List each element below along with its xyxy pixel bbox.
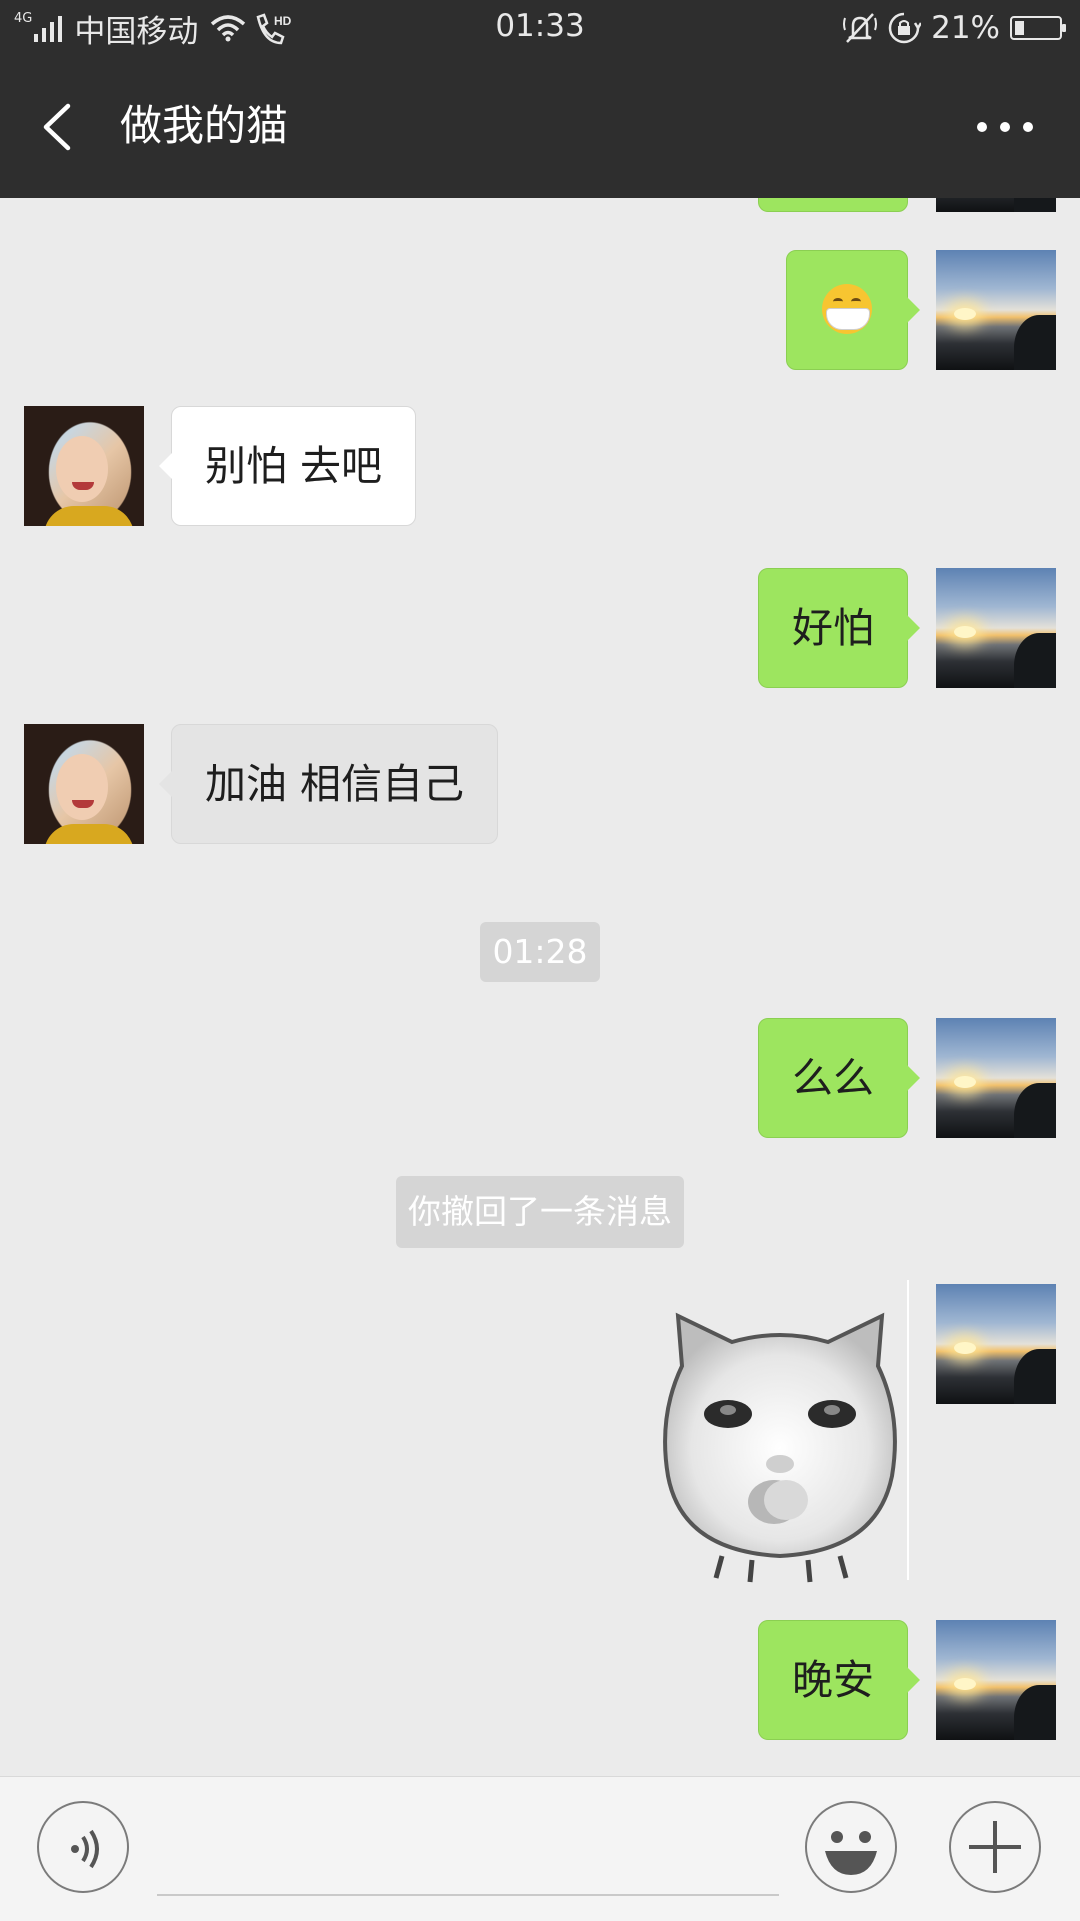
kissing-baby-cat-sticker[interactable] [652, 1306, 908, 1596]
chat-title: 做我的猫 [120, 101, 289, 150]
message-bubble-emoji[interactable] [786, 250, 920, 370]
message-bubble-sent[interactable]: 晚安 [758, 1620, 920, 1740]
voice-input-button[interactable] [37, 1801, 129, 1893]
my-avatar[interactable] [936, 250, 1056, 370]
my-avatar[interactable] [936, 1018, 1056, 1138]
message-bubble-received[interactable]: 加油 相信自己 [158, 724, 499, 844]
rotation-lock-icon [888, 12, 922, 44]
contact-avatar[interactable] [24, 724, 144, 844]
emoji-icon [825, 1831, 877, 1875]
emoji-button[interactable] [805, 1801, 897, 1893]
message-bubble-sent[interactable]: 好怕 [758, 568, 920, 688]
message-bubble-received[interactable]: 别怕 去吧 [158, 406, 417, 526]
message-bubble-partial[interactable] [758, 198, 908, 212]
back-chevron-icon[interactable] [30, 92, 90, 162]
battery-icon [1010, 16, 1066, 40]
contact-avatar[interactable] [24, 406, 144, 526]
input-bar [0, 1776, 1080, 1921]
my-avatar[interactable] [936, 198, 1056, 212]
my-avatar[interactable] [936, 1284, 1056, 1404]
mute-icon [843, 13, 878, 43]
status-right: 21% [843, 8, 1066, 48]
sticker-divider [907, 1280, 909, 1580]
chat-message-list[interactable]: 别怕 去吧 好怕 加油 相信自己 01:28 么么 你撤回了一条消息 晚安 [0, 198, 1080, 1776]
battery-percent: 21% [931, 10, 1000, 46]
chat-header: 做我的猫 [0, 56, 1080, 198]
more-dots-icon[interactable] [970, 102, 1040, 152]
status-bar: 4G 中国移动 HD 01:33 21% [0, 0, 1080, 56]
recall-notice: 你撤回了一条消息 [396, 1176, 684, 1248]
timestamp-label: 01:28 [480, 922, 600, 982]
plus-icon [969, 1821, 1021, 1873]
voice-input-icon [71, 1829, 99, 1869]
my-avatar[interactable] [936, 1620, 1056, 1740]
message-bubble-sent[interactable]: 么么 [758, 1018, 920, 1138]
mask-face-emoji-icon [822, 284, 872, 334]
battery-fill [1015, 21, 1024, 35]
message-input[interactable] [157, 1894, 779, 1896]
plus-button[interactable] [949, 1801, 1041, 1893]
my-avatar[interactable] [936, 568, 1056, 688]
